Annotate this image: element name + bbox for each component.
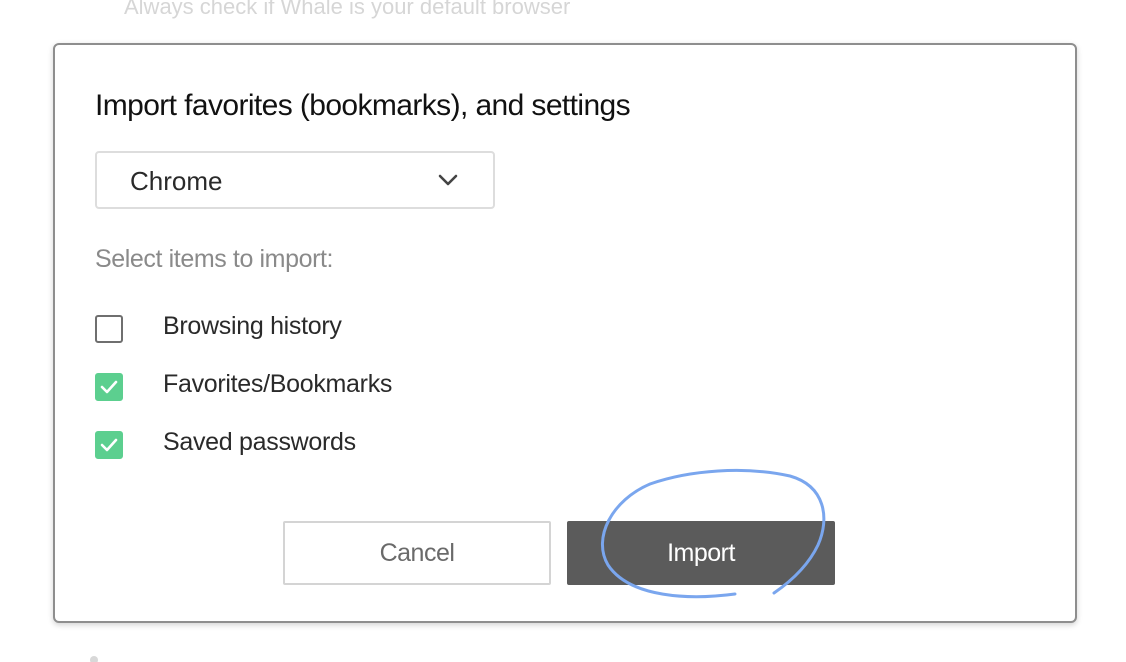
checkmark-icon [100, 380, 118, 394]
browser-source-value: Chrome [130, 166, 223, 196]
background-fragment [90, 650, 160, 662]
saved-passwords-checkbox[interactable] [95, 431, 123, 459]
option-saved-passwords[interactable]: Saved passwords [95, 428, 495, 460]
import-button[interactable]: Import [567, 521, 835, 585]
browser-source-select[interactable]: Chrome [95, 151, 495, 209]
background-default-browser-hint: Always check if Whale is your default br… [124, 0, 571, 19]
option-browsing-history[interactable]: Browsing history [95, 312, 495, 344]
checkmark-icon [100, 438, 118, 452]
chevron-down-icon [438, 174, 458, 186]
browsing-history-label: Browsing history [163, 312, 342, 340]
favorites-bookmarks-checkbox[interactable] [95, 373, 123, 401]
option-favorites-bookmarks[interactable]: Favorites/Bookmarks [95, 370, 495, 402]
browsing-history-checkbox[interactable] [95, 315, 123, 343]
import-dialog: Import favorites (bookmarks), and settin… [53, 43, 1077, 623]
cancel-button[interactable]: Cancel [283, 521, 551, 585]
favorites-bookmarks-label: Favorites/Bookmarks [163, 370, 393, 398]
select-items-label: Select items to import: [95, 245, 334, 273]
saved-passwords-label: Saved passwords [163, 428, 356, 456]
dialog-title: Import favorites (bookmarks), and settin… [95, 89, 631, 122]
